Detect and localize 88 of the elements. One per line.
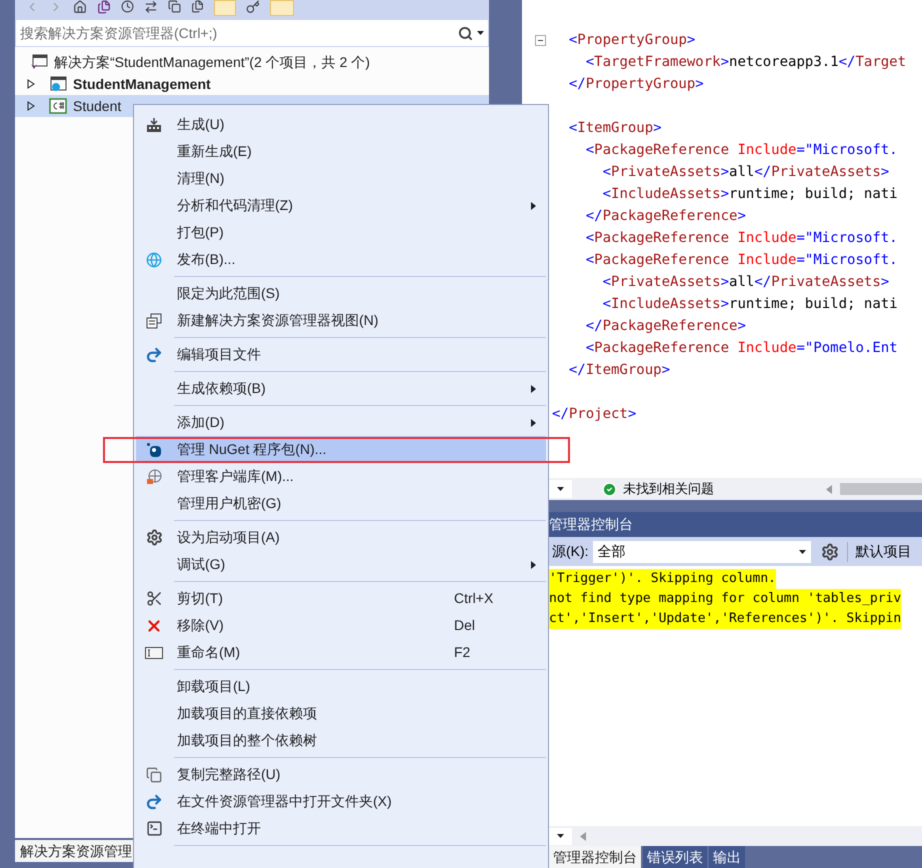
code-line: <ItemGroup> (568, 118, 662, 138)
zoom-dropdown[interactable] (548, 828, 572, 844)
menu-item[interactable]: 设为启动项目(A) (136, 524, 546, 551)
menu-item[interactable]: 新建解决方案资源管理器视图(N) (136, 307, 546, 334)
caret-icon (556, 487, 564, 491)
csharp-project-icon (49, 98, 67, 114)
menu-item[interactable]: 加载项目的直接依赖项 (136, 700, 546, 727)
copy-icon (146, 766, 162, 782)
menu-item[interactable]: 移除(V) Del (136, 612, 546, 639)
submenu-arrow-icon (531, 384, 536, 392)
shortcut-text: F2 (454, 643, 470, 662)
tree-item[interactable]: StudentManagement (15, 73, 489, 95)
clock-icon[interactable] (121, 0, 134, 13)
nuget-icon (146, 442, 162, 458)
default-project-label: 默认项目 (856, 542, 912, 561)
redo-arrow-icon (145, 346, 163, 364)
code-line: <PropertyGroup> (568, 30, 696, 50)
menu-item[interactable]: 添加(D) (136, 409, 546, 436)
scrollbar-thumb[interactable] (840, 483, 922, 495)
code-line: <IncludeAssets>runtime; build; nati (602, 294, 898, 314)
code-line: </PropertyGroup> (568, 74, 704, 94)
zoom-dropdown[interactable] (548, 480, 572, 498)
gear-icon (146, 529, 162, 546)
menu-item[interactable]: 加载项目的整个依赖树 (136, 727, 546, 754)
code-line: <IncludeAssets>runtime; build; nati (602, 184, 898, 204)
library-icon (146, 468, 162, 484)
panel-title: 管理器控制台 (549, 515, 633, 534)
code-line: </Project> (552, 404, 636, 424)
web-project-icon (49, 76, 67, 92)
shortcut-text: Ctrl+X (454, 589, 494, 608)
submenu-arrow-icon (531, 202, 536, 210)
sync-icon[interactable] (144, 0, 158, 14)
status-text: 未找到相关问题 (623, 480, 714, 498)
expand-arrow-icon[interactable] (27, 101, 35, 111)
menu-item[interactable]: 调试(G) (136, 551, 546, 578)
code-line: <PackageReference Include="Microsoft. (584, 228, 898, 248)
scissors-icon (146, 590, 162, 607)
menu-item[interactable]: 在终端中打开 (136, 815, 546, 842)
shortcut-text: Del (454, 616, 476, 635)
menu-item[interactable]: 卸载项目(L) (136, 673, 546, 700)
menu-item[interactable]: 限定为此范围(S) (136, 280, 546, 307)
code-line: <TargetFramework>netcoreapp3.1</Target (584, 52, 906, 72)
home-icon[interactable] (73, 0, 87, 14)
caret-icon (798, 550, 806, 554)
menu-item[interactable]: 生成依赖项(B) (136, 375, 546, 402)
menu-item[interactable]: 清理(N) (136, 165, 546, 192)
key-icon[interactable] (246, 0, 260, 14)
caret-icon (556, 834, 564, 838)
terminal-icon (146, 820, 162, 837)
code-line: </PackageReference> (584, 206, 746, 226)
windows-icon (146, 312, 162, 328)
code-line: <PackageReference Include="Microsoft. (584, 140, 898, 160)
menu-item[interactable]: 剪切(T) Ctrl+X (136, 585, 546, 612)
tree-item[interactable]: 解决方案“StudentManagement”(2 个项目，共 2 个) (15, 51, 489, 73)
expand-arrow-icon[interactable] (27, 79, 35, 89)
code-line: <PrivateAssets>all</PrivateAssets> (602, 272, 890, 292)
source-dropdown[interactable]: 全部 (592, 540, 811, 562)
code-line: <PrivateAssets>all</PrivateAssets> (602, 162, 890, 182)
check-icon (602, 482, 617, 496)
build-icon (146, 116, 162, 132)
rename-icon (145, 646, 163, 658)
source-label: 源(K): (552, 542, 589, 561)
gear-icon[interactable] (820, 542, 839, 560)
menu-item[interactable]: 发布(B)... (136, 246, 546, 273)
submenu-arrow-icon (531, 560, 536, 568)
menu-item[interactable]: 管理客户端库(M)... (136, 463, 546, 490)
caret-icon (477, 31, 484, 35)
menu-item[interactable]: 打包(P) (136, 219, 546, 246)
submenu-arrow-icon (531, 418, 536, 426)
menu-item[interactable]: 编辑项目文件 (136, 341, 546, 368)
menu-item[interactable]: 管理用户机密(G) (136, 490, 546, 517)
menu-item[interactable]: 重命名(M) F2 (136, 639, 546, 666)
panel-tab[interactable]: 管理器控制台 (549, 846, 641, 868)
code-line: <PackageReference Include="Microsoft. (584, 250, 898, 270)
menu-item[interactable]: 分析和代码清理(Z) (136, 192, 546, 219)
menu-item[interactable]: 重新生成(E) (136, 138, 546, 165)
redo-arrow-icon (145, 792, 163, 810)
panel-tab[interactable]: 输出 (709, 846, 745, 868)
code-line: <PackageReference Include="Pomelo.Ent (584, 338, 898, 358)
code-line: </ItemGroup> (568, 360, 670, 380)
globe-icon (146, 252, 162, 268)
solution-icon (30, 54, 48, 70)
menu-item[interactable]: 在文件资源管理器中打开文件夹(X) (136, 788, 546, 815)
code-line: </PackageReference> (584, 316, 746, 336)
search-icon[interactable] (458, 26, 473, 40)
panel-tab[interactable]: 错误列表 (643, 846, 707, 868)
menu-item[interactable]: 生成(U) (136, 111, 546, 138)
menu-item[interactable]: 复制完整路径(U) (136, 761, 546, 788)
